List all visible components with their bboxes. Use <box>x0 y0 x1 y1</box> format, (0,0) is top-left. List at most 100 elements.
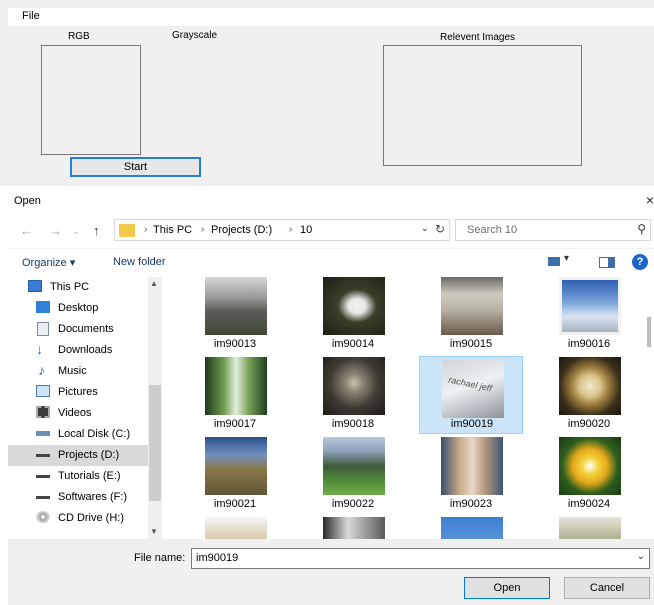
cd-drive-icon <box>36 511 50 523</box>
desktop-icon <box>36 301 50 313</box>
downloads-icon: ↓ <box>36 341 43 357</box>
recent-locations-icon[interactable]: ⌄ <box>72 226 80 237</box>
nav-item-downloads[interactable]: ↓ Downloads <box>8 340 148 361</box>
scroll-down-icon[interactable]: ▼ <box>150 527 158 536</box>
chevron-right-icon: › <box>289 224 293 235</box>
open-file-dialog: Open × ← → ⌄ ↑ › This PC › Projects (D:)… <box>8 186 654 605</box>
nav-label: Downloads <box>58 344 113 356</box>
file-item[interactable]: im90016 <box>537 277 641 355</box>
file-item[interactable]: im90021 <box>183 437 287 515</box>
help-icon[interactable]: ? <box>632 254 648 270</box>
refresh-icon[interactable]: ↻ <box>435 222 445 236</box>
drive-icon <box>36 496 50 499</box>
file-item[interactable]: im90013 <box>183 277 287 355</box>
rgb-label: RGB <box>68 31 90 42</box>
chevron-down-icon[interactable]: ⌄ <box>637 551 645 562</box>
file-name-input[interactable]: im90019 ⌄ <box>191 548 650 569</box>
nav-label: Softwares (F:) <box>58 491 128 503</box>
file-thumbnail <box>323 277 385 335</box>
organize-menu[interactable]: Organize ▾ <box>22 256 75 269</box>
file-thumbnail <box>441 277 503 335</box>
drive-icon <box>36 454 50 457</box>
nav-scrollbar[interactable]: ▲ ▼ <box>148 277 162 539</box>
file-thumbnail <box>323 357 385 415</box>
up-arrow-icon[interactable]: ↑ <box>93 223 100 238</box>
pc-icon <box>28 280 42 292</box>
file-thumbnail <box>205 437 267 495</box>
cancel-button[interactable]: Cancel <box>564 577 650 599</box>
file-item[interactable]: im90015 <box>419 277 523 355</box>
file-thumbnail <box>205 517 267 539</box>
file-item[interactable] <box>301 517 405 539</box>
breadcrumb-current[interactable]: 10 <box>300 224 312 236</box>
nav-item-this-pc[interactable]: This PC <box>8 277 148 298</box>
nav-item-music[interactable]: ♪ Music <box>8 361 148 382</box>
menu-bar: File <box>8 8 654 26</box>
file-item[interactable]: im90023 <box>419 437 523 515</box>
file-thumbnail <box>559 277 621 335</box>
file-name: im90023 <box>449 498 493 510</box>
file-thumbnail <box>559 517 621 539</box>
folder-icon <box>119 224 135 237</box>
file-thumbnail <box>559 437 621 495</box>
nav-label: CD Drive (H:) <box>58 512 124 524</box>
file-list-scroll-thumb[interactable] <box>647 317 651 347</box>
file-item[interactable]: im90024 <box>537 437 641 515</box>
chevron-down-icon[interactable]: ⌄ <box>421 223 429 234</box>
nav-item-cd-drive[interactable]: CD Drive (H:) <box>8 508 148 529</box>
back-arrow-icon[interactable]: ← <box>20 223 33 238</box>
open-button[interactable]: Open <box>464 577 550 599</box>
file-list-scrollbar[interactable] <box>644 277 654 539</box>
file-thumbnail <box>323 437 385 495</box>
nav-item-softwares[interactable]: Softwares (F:) <box>8 487 148 508</box>
search-placeholder: Search 10 <box>467 224 518 236</box>
chevron-right-icon: › <box>144 224 148 235</box>
file-item[interactable]: im90018 <box>301 357 405 435</box>
preview-pane-icon[interactable] <box>599 257 615 268</box>
breadcrumb-projects[interactable]: Projects (D:) <box>211 224 272 236</box>
file-item[interactable]: im90014 <box>301 277 405 355</box>
file-item[interactable] <box>419 517 523 539</box>
file-item[interactable] <box>537 517 641 539</box>
file-item[interactable]: im90020 <box>537 357 641 435</box>
nav-item-videos[interactable]: Videos <box>8 403 148 424</box>
file-thumbnail <box>441 517 503 539</box>
nav-item-pictures[interactable]: Pictures <box>8 382 148 403</box>
nav-label: This PC <box>50 281 90 293</box>
file-name-value: im90019 <box>196 552 239 564</box>
nav-item-projects[interactable]: Projects (D:) <box>8 445 148 466</box>
new-folder-button[interactable]: New folder <box>113 256 166 268</box>
drive-icon <box>36 475 50 478</box>
file-name: im90017 <box>213 418 257 430</box>
nav-item-local-disk[interactable]: Local Disk (C:) <box>8 424 148 445</box>
relevant-images-label: Relevent Images <box>440 32 516 43</box>
file-thumbnail <box>323 517 385 539</box>
nav-label: Pictures <box>58 386 98 398</box>
file-item[interactable] <box>183 517 287 539</box>
change-view-icon[interactable] <box>548 253 574 269</box>
nav-label: Local Disk (C:) <box>58 428 131 440</box>
file-item[interactable]: im90017 <box>183 357 287 435</box>
search-input[interactable]: Search 10 ⚲ <box>455 219 651 241</box>
nav-item-tutorials[interactable]: Tutorials (E:) <box>8 466 148 487</box>
rgb-image-panel <box>41 45 141 155</box>
nav-label: Videos <box>58 407 92 419</box>
file-item-selected[interactable]: rachael jeff im90019 <box>419 356 523 434</box>
close-icon[interactable]: × <box>646 192 654 208</box>
forward-arrow-icon[interactable]: → <box>49 223 62 238</box>
file-name-label: File name: <box>134 552 186 564</box>
breadcrumb-this-pc[interactable]: This PC <box>153 224 192 236</box>
start-button[interactable]: Start <box>70 157 201 177</box>
file-name: im90014 <box>331 338 375 350</box>
search-icon: ⚲ <box>637 222 646 236</box>
file-item[interactable]: im90022 <box>301 437 405 515</box>
videos-icon <box>36 406 50 418</box>
nav-scroll-thumb[interactable] <box>149 385 161 501</box>
address-bar[interactable]: › This PC › Projects (D:) › 10 ⌄ ↻ <box>114 219 450 241</box>
nav-item-desktop[interactable]: Desktop <box>8 298 148 319</box>
nav-item-documents[interactable]: Documents <box>8 319 148 340</box>
command-bar: Organize ▾ New folder ? <box>8 248 654 276</box>
menu-file[interactable]: File <box>22 10 40 22</box>
file-name: im90018 <box>331 418 375 430</box>
scroll-up-icon[interactable]: ▲ <box>150 279 158 288</box>
